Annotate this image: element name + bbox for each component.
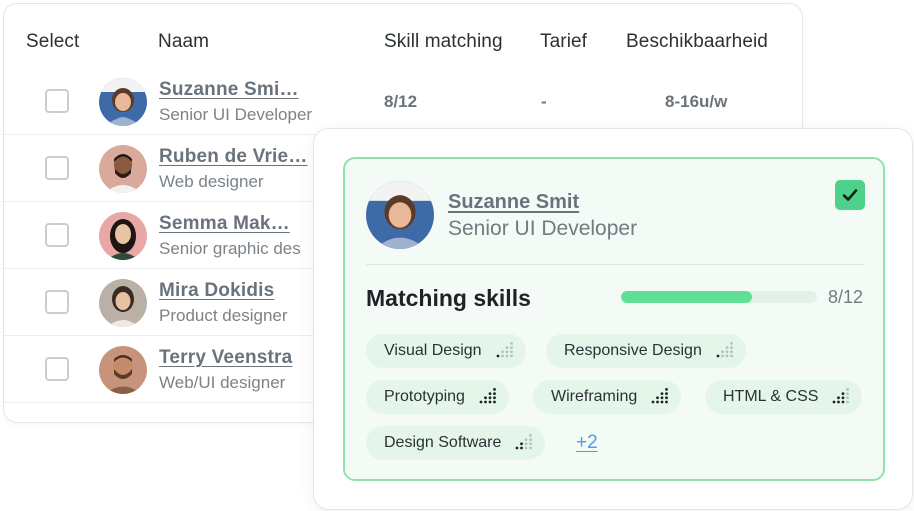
profile-name-link[interactable]: Suzanne Smit: [448, 191, 579, 214]
select-checkbox-checked[interactable]: [835, 180, 865, 210]
skill-chip[interactable]: Prototyping: [366, 380, 509, 414]
skill-chip-label: HTML & CSS: [723, 388, 819, 405]
row-checkbox[interactable]: [45, 89, 69, 113]
candidate-role: Web designer: [159, 172, 264, 191]
skill-level-icon: [479, 386, 497, 409]
skill-chip[interactable]: Design Software: [366, 426, 546, 460]
skill-level-icon: [716, 340, 734, 363]
profile-role: Senior UI Developer: [448, 217, 638, 240]
skill-level-icon: [515, 432, 533, 455]
matching-skills-title: Matching skills: [366, 285, 531, 311]
header-skill-matching[interactable]: Skill matching: [384, 31, 503, 53]
checkmark-icon: [842, 189, 858, 201]
avatar: [99, 279, 147, 327]
skill-chip[interactable]: Visual Design: [366, 334, 526, 368]
row-checkbox[interactable]: [45, 223, 69, 247]
skill-chip[interactable]: Responsive Design: [546, 334, 746, 368]
divider: [366, 264, 864, 265]
skill-chip-label: Wireframing: [551, 388, 638, 405]
skill-level-icon: [832, 386, 850, 409]
skill-chip[interactable]: Wireframing: [533, 380, 682, 414]
skill-level-icon: [651, 386, 669, 409]
more-skills-link[interactable]: +2: [576, 432, 598, 454]
candidate-detail-popover: Suzanne Smit Senior UI Developer Matchin…: [313, 128, 913, 510]
table-row[interactable]: Suzanne Smi… Senior UI Developer 8/12 - …: [4, 68, 802, 135]
skill-matching-value: 8/12: [384, 92, 418, 111]
candidate-name-link[interactable]: Terry Veenstra: [159, 347, 292, 369]
avatar: [99, 212, 147, 260]
avatar: [99, 346, 147, 394]
tarief-value: -: [541, 92, 547, 111]
avatar: [366, 181, 434, 249]
skill-chip-label: Design Software: [384, 434, 502, 451]
candidate-role: Product designer: [159, 306, 288, 325]
header-beschikbaarheid[interactable]: Beschikbaarheid: [626, 31, 768, 53]
candidate-name-link[interactable]: Ruben de Vrie…: [159, 146, 308, 168]
row-checkbox[interactable]: [45, 357, 69, 381]
candidate-name-link[interactable]: Semma Mak…: [159, 213, 290, 235]
header-tarief[interactable]: Tarief: [540, 31, 587, 53]
candidate-role: Senior UI Developer: [159, 105, 313, 124]
skill-chip-label: Responsive Design: [564, 342, 702, 359]
header-naam[interactable]: Naam: [158, 31, 209, 53]
row-checkbox[interactable]: [45, 290, 69, 314]
candidate-role: Senior graphic des: [159, 239, 301, 258]
skill-match-progress-fill: [621, 291, 752, 303]
skill-match-progress-bar: [621, 291, 817, 303]
candidate-name-link[interactable]: Mira Dokidis: [159, 280, 274, 302]
row-checkbox[interactable]: [45, 156, 69, 180]
skill-chip-label: Prototyping: [384, 388, 465, 405]
candidate-name-link[interactable]: Suzanne Smi…: [159, 79, 299, 101]
avatar: [99, 78, 147, 126]
beschikbaarheid-value: 8-16u/w: [665, 92, 728, 111]
header-select[interactable]: Select: [26, 31, 79, 53]
skill-level-icon: [496, 340, 514, 363]
skill-chip-label: Visual Design: [384, 342, 482, 359]
skill-chip[interactable]: HTML & CSS: [705, 380, 863, 414]
avatar: [99, 145, 147, 193]
candidate-profile-card[interactable]: Suzanne Smit Senior UI Developer Matchin…: [343, 157, 885, 481]
candidate-role: Web/UI designer: [159, 373, 286, 392]
skill-match-count: 8/12: [828, 287, 864, 307]
